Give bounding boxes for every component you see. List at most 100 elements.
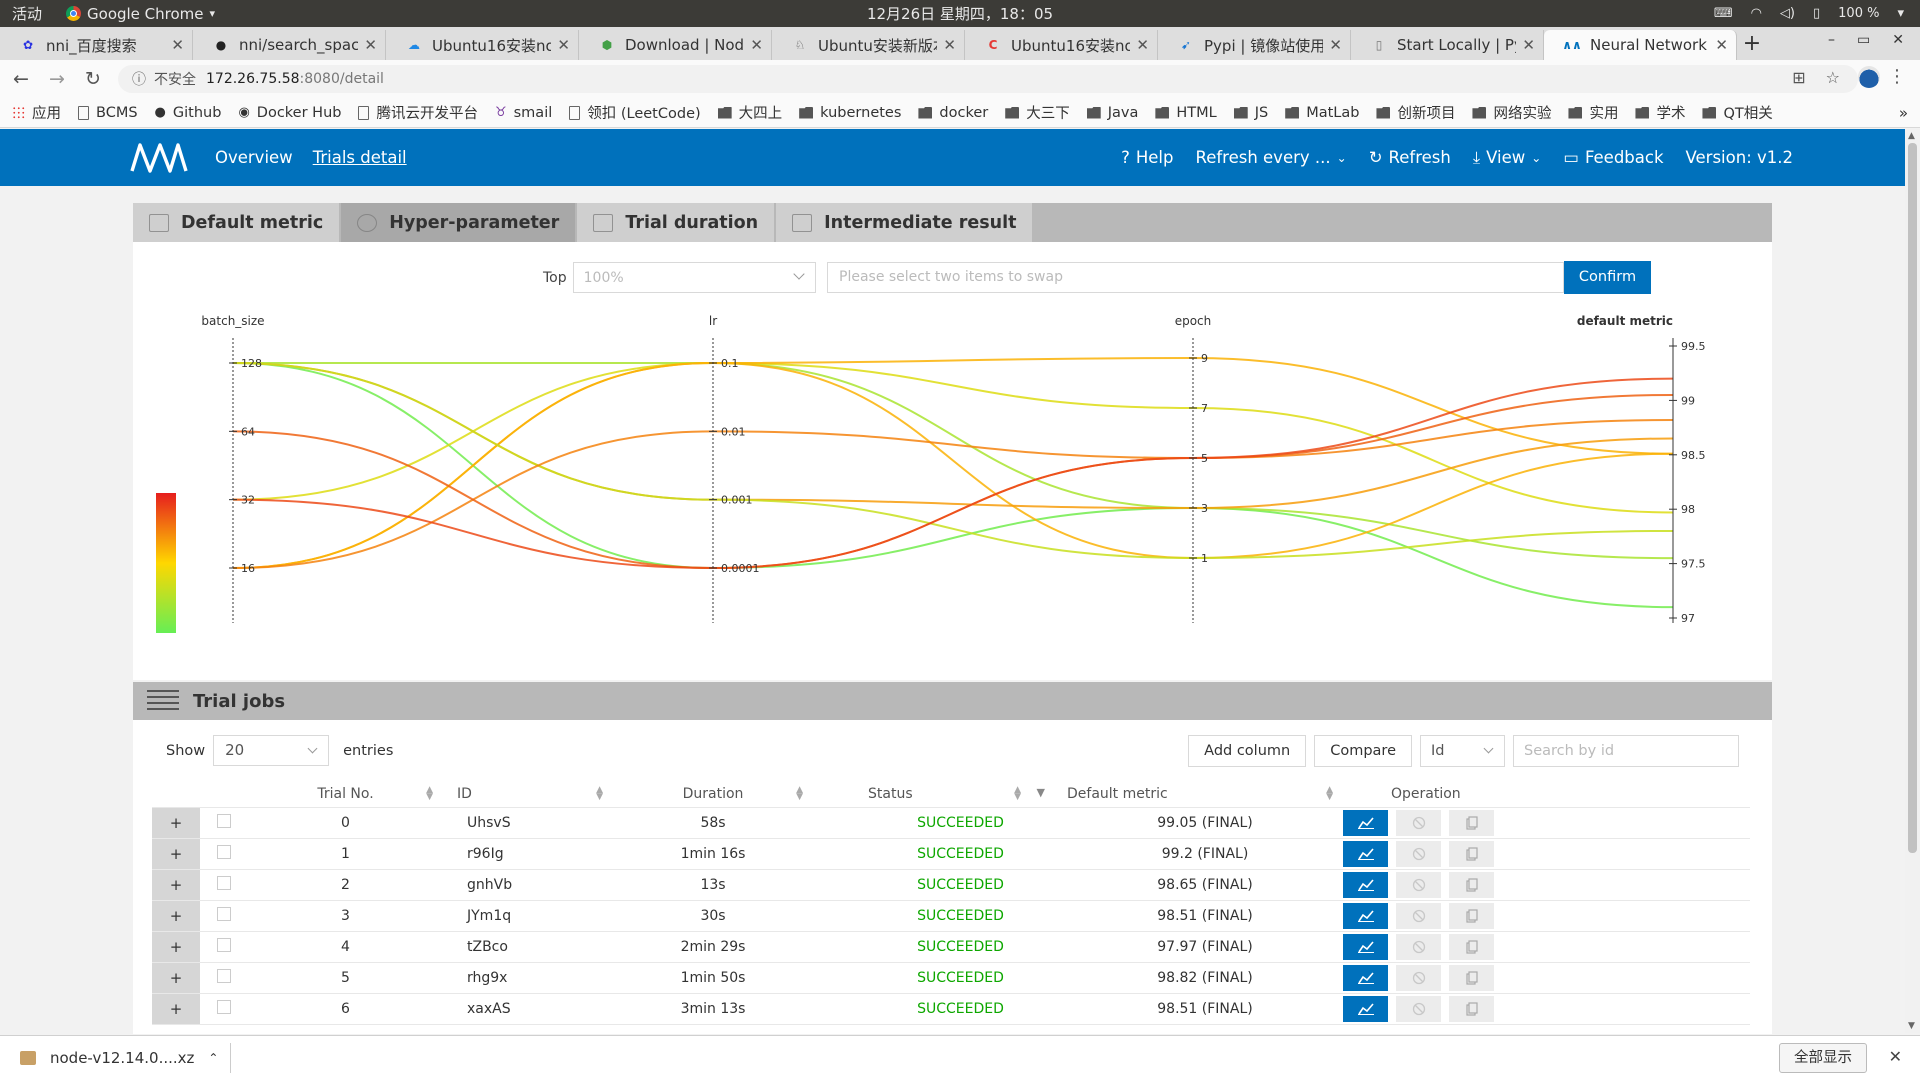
browser-tab[interactable]: C Ubuntu16安装nod ✕ <box>965 30 1158 60</box>
row-checkbox[interactable] <box>217 844 231 859</box>
view-trial-chart-button[interactable] <box>1343 964 1388 991</box>
bookmark-item[interactable]: BCMS <box>78 105 138 121</box>
system-tray[interactable]: ⌨ ◠ ◁) ▯ 100 % ▾ <box>1714 6 1904 21</box>
copy-trial-button[interactable] <box>1449 902 1494 929</box>
close-tab-icon[interactable]: ✕ <box>943 36 956 54</box>
tab-hyper-parameter[interactable]: Hyper-parameter <box>341 203 576 242</box>
kill-trial-button[interactable] <box>1396 809 1441 836</box>
bookmark-item[interactable]: MatLab <box>1285 105 1359 121</box>
bookmark-item[interactable]: 学术 <box>1635 102 1685 123</box>
download-item[interactable]: node-v12.14.0....xz ⌃ <box>20 1049 218 1067</box>
close-tab-icon[interactable]: ✕ <box>171 36 184 54</box>
row-checkbox[interactable] <box>217 875 231 890</box>
bookmark-item[interactable]: 大四上 <box>717 102 782 123</box>
browser-menu-icon[interactable]: ⋮ <box>1888 66 1906 87</box>
axis-swap-select[interactable]: Please select two items to swap <box>827 262 1564 293</box>
view-trial-chart-button[interactable] <box>1343 840 1388 867</box>
axis-label[interactable]: default metric <box>1577 314 1673 328</box>
table-row[interactable]: +1 r96Ig 1min 16s SUCCEEDED 99.2 (FINAL) <box>152 838 1750 870</box>
bookmarks-overflow-icon[interactable]: » <box>1899 104 1908 122</box>
expand-row-button[interactable]: + <box>152 838 200 870</box>
row-checkbox[interactable] <box>217 906 231 921</box>
feedback-button[interactable]: ▭ Feedback <box>1563 148 1663 167</box>
app-menu[interactable]: Google Chrome ▾ <box>66 5 215 23</box>
copy-trial-button[interactable] <box>1449 933 1494 960</box>
browser-tab[interactable]: ● nni/search_space.j ✕ <box>193 30 386 60</box>
col-status[interactable]: Status ▲ ▼ ▼ <box>813 781 1053 808</box>
copy-trial-button[interactable] <box>1449 964 1494 991</box>
kill-trial-button[interactable] <box>1396 871 1441 898</box>
refresh-button[interactable]: ↻ Refresh <box>1369 148 1451 167</box>
close-tab-icon[interactable]: ✕ <box>1522 36 1535 54</box>
table-row[interactable]: +2 gnhVb 13s SUCCEEDED 98.65 (FINAL) <box>152 869 1750 901</box>
chevron-up-icon[interactable]: ⌃ <box>208 1051 218 1065</box>
search-field-select[interactable]: Id <box>1420 735 1505 767</box>
trial-line[interactable] <box>232 418 1674 569</box>
bookmark-item[interactable]: HTML <box>1155 105 1217 121</box>
expand-row-button[interactable]: + <box>152 993 200 1025</box>
bookmark-item[interactable]: ♉ smail <box>495 105 552 121</box>
page-scrollbar[interactable]: ▲ ▼ <box>1905 129 1920 1033</box>
view-dropdown[interactable]: ⤓ View ⌄ <box>1473 148 1542 168</box>
expand-row-button[interactable]: + <box>152 869 200 901</box>
expand-row-button[interactable]: + <box>152 931 200 963</box>
close-tab-icon[interactable]: ✕ <box>557 36 570 54</box>
bookmark-item[interactable]: docker <box>918 105 988 121</box>
scroll-down-icon[interactable]: ▼ <box>1908 1021 1915 1031</box>
entries-select[interactable]: 20 <box>213 735 330 766</box>
activities-button[interactable]: 活动 <box>12 3 42 24</box>
forward-icon[interactable]: → <box>42 68 72 90</box>
view-trial-chart-button[interactable] <box>1343 995 1388 1022</box>
help-button[interactable]: ? Help <box>1121 148 1173 167</box>
refresh-interval-dropdown[interactable]: Refresh every ... ⌄ <box>1195 148 1346 167</box>
show-all-downloads-button[interactable]: 全部显示 <box>1779 1043 1867 1073</box>
row-checkbox[interactable] <box>217 968 231 983</box>
translate-icon[interactable]: ⊞ <box>1792 68 1805 87</box>
filter-icon[interactable]: ▼ <box>1037 786 1045 799</box>
row-checkbox[interactable] <box>217 999 231 1014</box>
axis-label[interactable]: batch_size <box>201 314 264 328</box>
kill-trial-button[interactable] <box>1396 995 1441 1022</box>
nni-logo-icon[interactable] <box>130 141 188 173</box>
info-icon[interactable]: ⓘ <box>132 69 146 89</box>
reload-icon[interactable]: ↻ <box>78 68 108 90</box>
browser-tab[interactable]: ➹ Pypi | 镜像站使用帮 ✕ <box>1158 30 1351 60</box>
nav-overview[interactable]: Overview <box>215 148 293 167</box>
bookmark-item[interactable]: 实用 <box>1568 102 1618 123</box>
close-window-icon[interactable]: ✕ <box>1892 32 1904 48</box>
expand-row-button[interactable]: + <box>152 900 200 932</box>
trial-line[interactable] <box>232 356 1674 569</box>
table-row[interactable]: +3 JYm1q 30s SUCCEEDED 98.51 (FINAL) <box>152 900 1750 932</box>
bookmark-star-icon[interactable]: ☆ <box>1826 68 1840 87</box>
kill-trial-button[interactable] <box>1396 964 1441 991</box>
browser-tab[interactable]: ✿ nni_百度搜索 ✕ <box>0 30 193 60</box>
sort-icon[interactable]: ▲ ▼ <box>1014 786 1021 802</box>
view-trial-chart-button[interactable] <box>1343 933 1388 960</box>
view-trial-chart-button[interactable] <box>1343 809 1388 836</box>
table-row[interactable]: +6 xaxAS 3min 13s SUCCEEDED 98.51 (FINAL) <box>152 993 1750 1025</box>
bookmark-item[interactable]: Java <box>1086 105 1138 121</box>
scrollbar-thumb[interactable] <box>1908 143 1917 853</box>
browser-tab[interactable]: ⬢ Download | Node.j ✕ <box>579 30 772 60</box>
kill-trial-button[interactable] <box>1396 933 1441 960</box>
search-input[interactable]: Search by id <box>1513 735 1739 767</box>
col-default-metric[interactable]: Default metric ▲ ▼ <box>1053 781 1343 808</box>
sort-icon[interactable]: ▲ ▼ <box>796 786 803 802</box>
bookmark-item[interactable]: kubernetes <box>799 105 901 121</box>
address-bar[interactable]: ⓘ 不安全 172.26.75.58 :8080/detail <box>118 65 1858 93</box>
clock[interactable]: 12月26日 星期四，18：05 <box>867 3 1053 24</box>
bookmark-item[interactable]: ◉ Docker Hub <box>238 105 341 121</box>
confirm-button[interactable]: Confirm <box>1564 261 1651 294</box>
table-row[interactable]: +5 rhg9x 1min 50s SUCCEEDED 98.82 (FINAL) <box>152 962 1750 994</box>
bookmark-item[interactable]: QT相关 <box>1702 102 1773 123</box>
bookmark-item[interactable]: 领扣 (LeetCode) <box>569 102 701 123</box>
top-percent-select[interactable]: 100% <box>572 262 816 293</box>
sort-icon[interactable]: ▲ ▼ <box>596 786 603 802</box>
bookmark-item[interactable]: 大三下 <box>1005 102 1070 123</box>
bookmark-item[interactable]: 网络实验 <box>1472 102 1551 123</box>
copy-trial-button[interactable] <box>1449 809 1494 836</box>
expand-row-button[interactable]: + <box>152 807 200 839</box>
compare-button[interactable]: Compare <box>1314 735 1412 767</box>
tab-trial-duration[interactable]: Trial duration <box>577 203 775 242</box>
axis-label[interactable]: epoch <box>1175 314 1212 328</box>
